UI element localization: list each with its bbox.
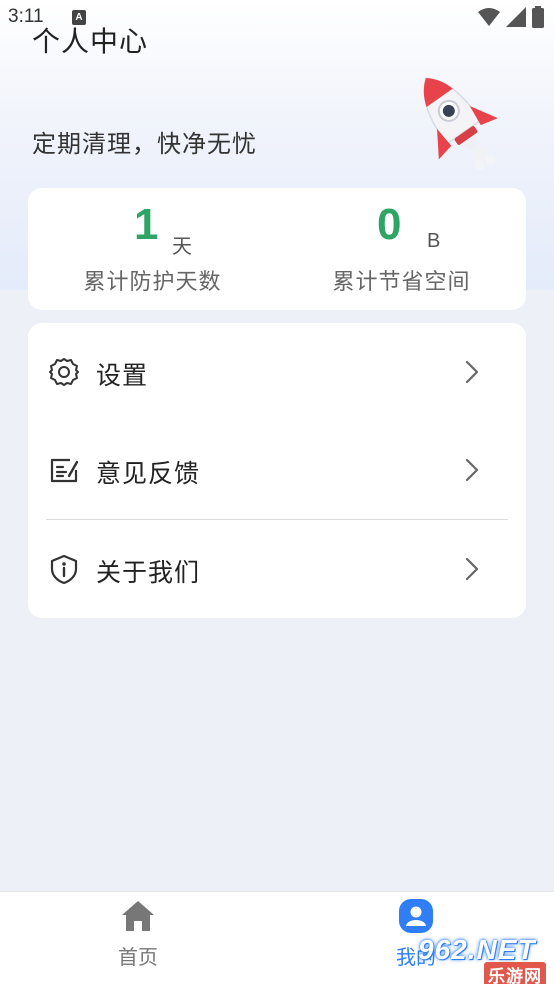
menu-item-label: 关于我们 (96, 558, 201, 587)
stats-card: 1 天 累计防护天数 0 B 累计节省空间 (28, 188, 526, 310)
status-indicators (478, 6, 544, 28)
chevron-right-icon (465, 360, 479, 384)
menu-item-settings[interactable]: 设置 (28, 323, 526, 421)
page-title: 个人中心 (32, 25, 149, 58)
chevron-right-icon (465, 557, 479, 581)
protection-days-label: 累计防护天数 (83, 270, 222, 295)
rocket-illustration-icon (423, 77, 498, 171)
chevron-right-icon (465, 458, 479, 482)
tab-home[interactable]: 首页 (68, 892, 208, 984)
saved-space-stat: 0 B 累计节省空间 (277, 188, 526, 310)
menu-item-about[interactable]: 关于我们 (28, 520, 526, 618)
watermark-site-name: 乐游网 (484, 962, 546, 984)
feedback-icon (50, 458, 79, 483)
slogan-text: 定期清理，快净无忧 (32, 130, 257, 158)
menu-item-feedback[interactable]: 意见反馈 (28, 421, 526, 519)
menu-card: 设置 意见反馈 关于我们 (28, 323, 526, 618)
battery-icon (532, 6, 544, 28)
user-icon (399, 899, 433, 933)
gear-icon (49, 358, 79, 386)
menu-item-label: 设置 (96, 361, 149, 390)
saved-space-value: 0 (377, 200, 402, 249)
site-watermark: 962.NET 乐游网 (414, 934, 550, 984)
wifi-icon (478, 8, 500, 26)
protection-days-value: 1 (134, 200, 159, 249)
protection-days-stat: 1 天 累计防护天数 (28, 188, 277, 310)
saved-space-unit: B (427, 230, 441, 252)
protection-days-unit: 天 (172, 234, 192, 258)
saved-space-label: 累计节省空间 (332, 270, 471, 295)
home-icon (122, 901, 154, 931)
signal-icon (506, 7, 526, 27)
tab-home-label: 首页 (118, 945, 158, 969)
menu-item-label: 意见反馈 (96, 459, 201, 488)
shield-info-icon (50, 554, 78, 585)
